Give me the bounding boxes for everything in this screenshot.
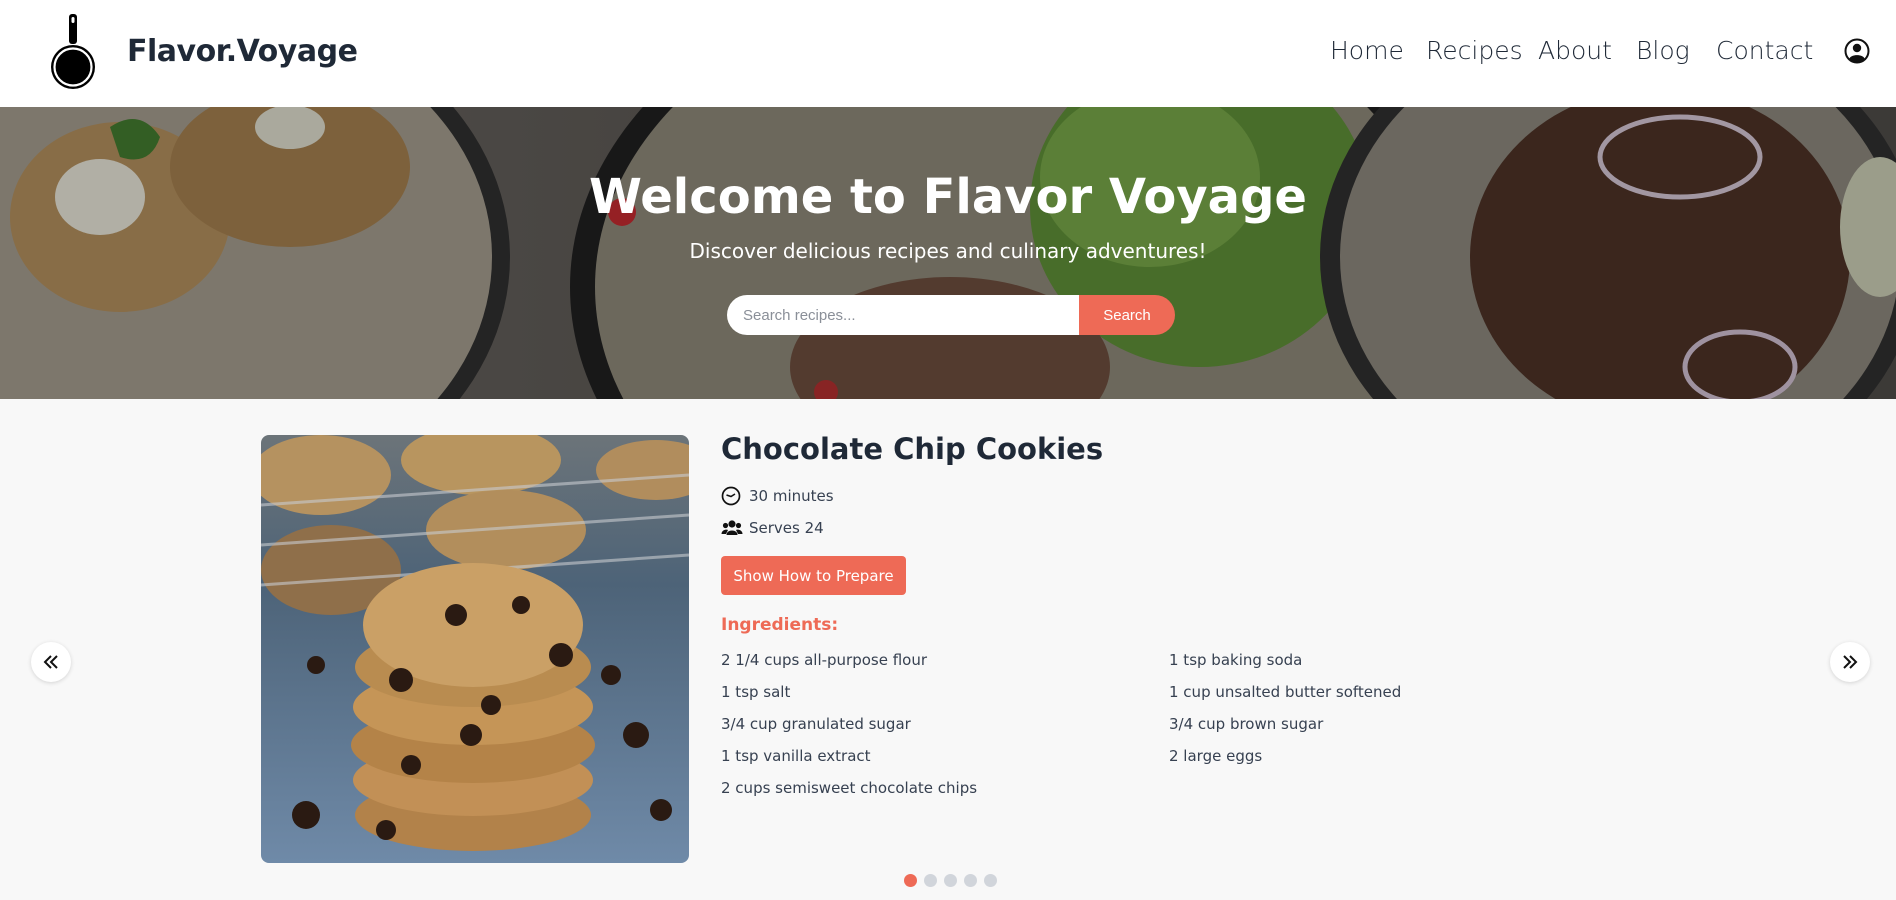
recipe-time-text: 30 minutes xyxy=(749,487,834,505)
site-header: Flavor.Voyage Home Recipes About Blog Co… xyxy=(0,0,1896,107)
search-input[interactable] xyxy=(727,295,1079,335)
ingredient-item: 2 cups semisweet chocolate chips xyxy=(721,779,978,797)
recipe-serves-text: Serves 24 xyxy=(749,519,824,537)
ingredient-item: 2 1/4 cups all-purpose flour xyxy=(721,651,928,669)
nav-blog[interactable]: Blog xyxy=(1636,36,1690,65)
frying-pan-icon[interactable] xyxy=(46,12,100,92)
carousel-prev-button[interactable] xyxy=(31,642,71,682)
ingredient-item: 3/4 cup granulated sugar xyxy=(721,715,911,733)
ingredient-item: 1 tsp vanilla extract xyxy=(721,747,871,765)
hero-subtitle: Discover delicious recipes and culinary … xyxy=(689,239,1207,263)
ingredient-item: 3/4 cup brown sugar xyxy=(1169,715,1324,733)
double-chevron-left-icon xyxy=(43,655,58,669)
recipe-title: Chocolate Chip Cookies xyxy=(721,432,1104,466)
recipe-image xyxy=(261,435,689,863)
nav-home[interactable]: Home xyxy=(1330,36,1404,65)
clock-icon xyxy=(721,486,741,506)
show-preparation-button[interactable]: Show How to Prepare xyxy=(721,556,906,595)
ingredient-item: 1 tsp salt xyxy=(721,683,791,701)
ingredient-item: 1 cup unsalted butter softened xyxy=(1169,683,1402,701)
hero-title: Welcome to Flavor Voyage xyxy=(589,169,1307,225)
nav-about[interactable]: About xyxy=(1538,36,1612,65)
ingredients-heading: Ingredients: xyxy=(721,615,839,635)
carousel-dot[interactable] xyxy=(984,874,997,887)
ingredient-item: 1 tsp baking soda xyxy=(1169,651,1303,669)
carousel-dot[interactable] xyxy=(904,874,917,887)
brand-name[interactable]: Flavor.Voyage xyxy=(127,34,358,69)
nav-recipes[interactable]: Recipes xyxy=(1426,36,1523,65)
double-chevron-right-icon xyxy=(1843,655,1858,669)
carousel-dot[interactable] xyxy=(964,874,977,887)
carousel-next-button[interactable] xyxy=(1830,642,1870,682)
users-icon xyxy=(721,520,743,535)
hero-banner: Welcome to Flavor Voyage Discover delici… xyxy=(0,107,1896,399)
nav-contact[interactable]: Contact xyxy=(1716,36,1813,65)
carousel-dot[interactable] xyxy=(924,874,937,887)
user-circle-icon[interactable] xyxy=(1844,38,1870,64)
ingredient-item: 2 large eggs xyxy=(1169,747,1263,765)
carousel-dot[interactable] xyxy=(944,874,957,887)
search-button[interactable]: Search xyxy=(1079,295,1175,335)
